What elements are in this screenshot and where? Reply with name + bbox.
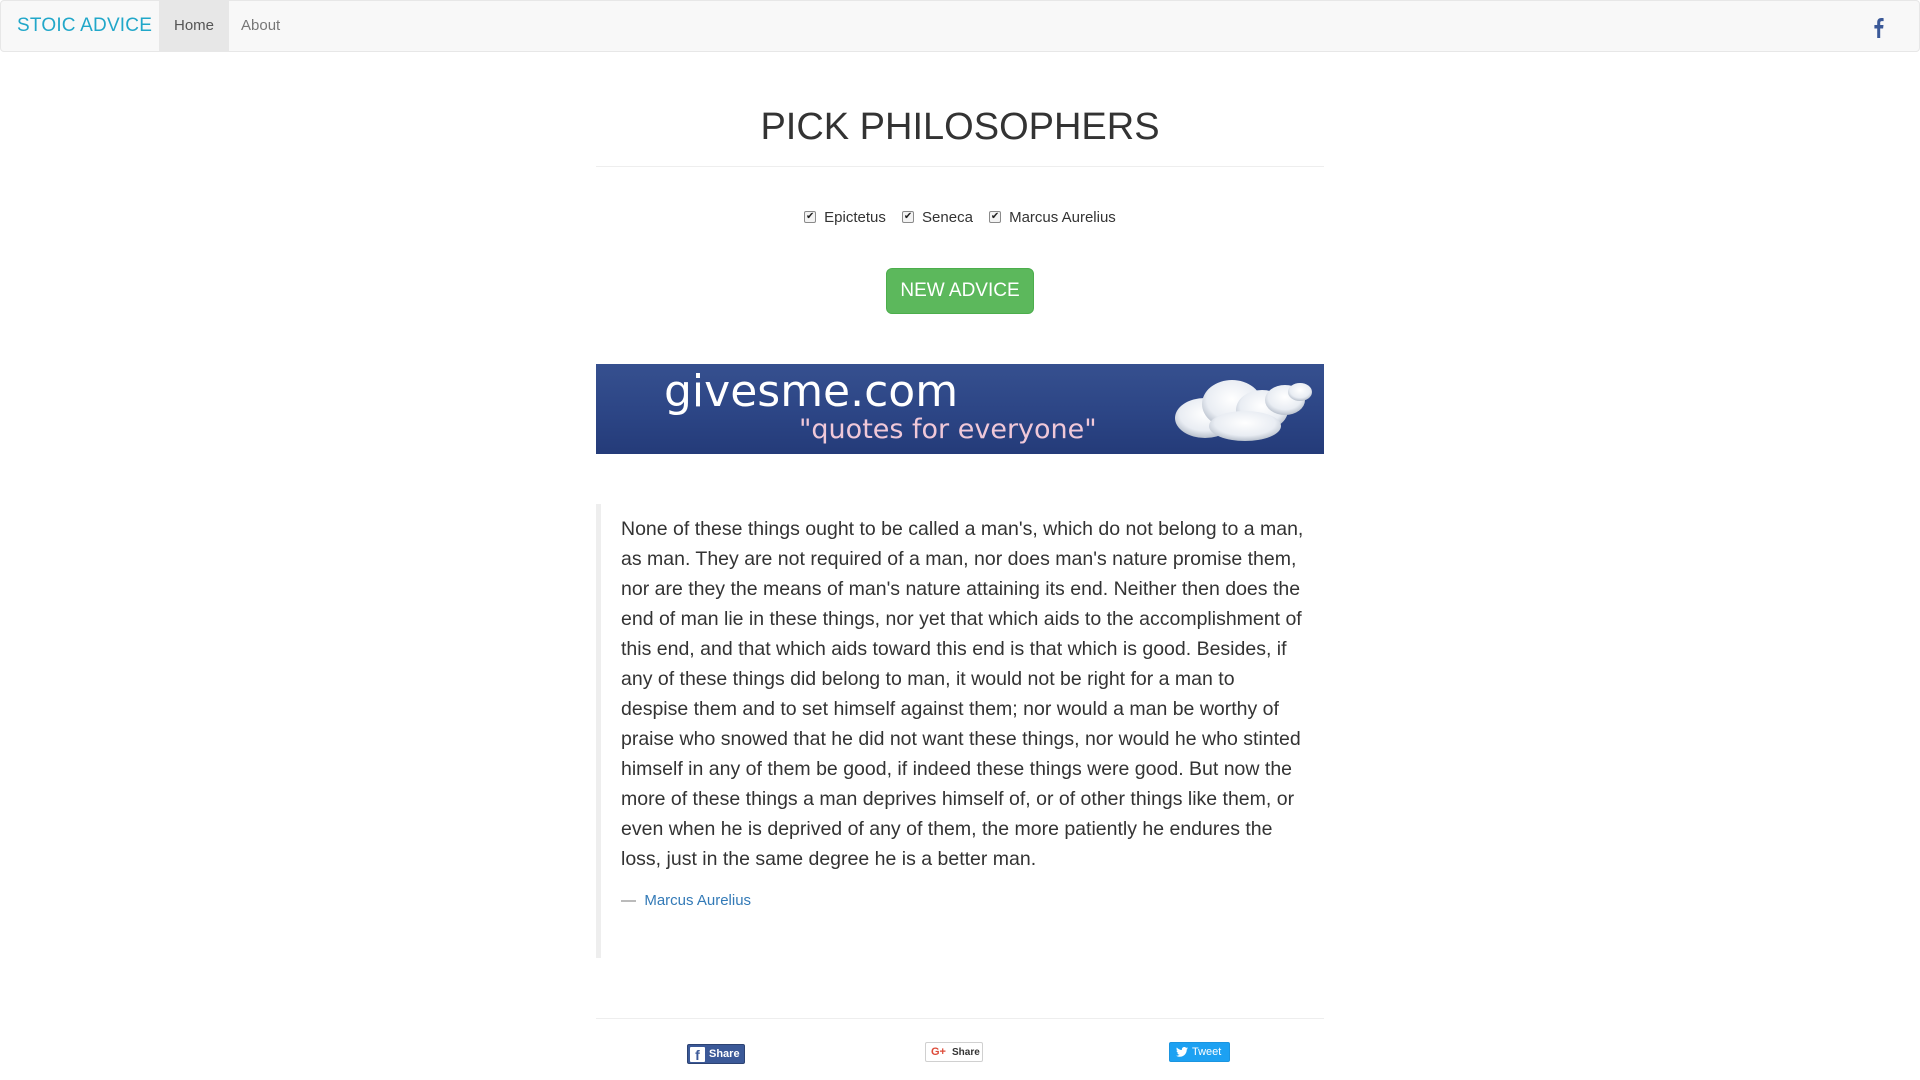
quote-text: None of these things ought to be called … bbox=[621, 518, 1304, 870]
checkbox-checked-icon[interactable]: ✔ bbox=[989, 211, 1002, 223]
banner-tagline: "quotes for everyone" bbox=[799, 414, 1097, 445]
quote-author-link[interactable]: Marcus Aurelius bbox=[644, 892, 751, 909]
quote-blockquote: None of these things ought to be called … bbox=[596, 504, 1324, 958]
cloud-icon bbox=[1175, 380, 1312, 441]
google-plus-share-button[interactable]: G+ Share bbox=[925, 1042, 983, 1062]
tweet-label: Tweet bbox=[1192, 1046, 1222, 1058]
checkbox-label: Marcus Aurelius bbox=[1009, 208, 1116, 226]
new-advice-button[interactable]: NEW ADVICE bbox=[886, 268, 1034, 314]
checkbox-label: Epictetus bbox=[824, 208, 886, 226]
share-bar: f Share G+ Share Tweet bbox=[596, 1018, 1324, 1080]
tweet-button[interactable]: Tweet bbox=[1169, 1042, 1230, 1062]
philosopher-checkboxes: ✔ Epictetus ✔ Seneca ✔ Marcus Aurelius bbox=[596, 206, 1324, 226]
google-share-label: Share bbox=[951, 1046, 980, 1058]
facebook-share-button[interactable]: f Share bbox=[687, 1044, 745, 1064]
brand-link[interactable]: STOIC ADVICE bbox=[17, 1, 152, 51]
nav-home[interactable]: Home bbox=[159, 1, 230, 51]
checkbox-epictetus[interactable]: ✔ Epictetus bbox=[804, 209, 886, 226]
google-plus-icon: G+ bbox=[931, 1046, 946, 1058]
twitter-bird-icon bbox=[1176, 1047, 1188, 1057]
checkbox-marcus-aurelius[interactable]: ✔ Marcus Aurelius bbox=[989, 209, 1116, 226]
page-header: PICK PHILOSOPHERS bbox=[596, 100, 1324, 167]
facebook-icon: f bbox=[690, 1046, 705, 1062]
navbar: STOIC ADVICE Home About bbox=[0, 0, 1920, 52]
checkbox-checked-icon[interactable]: ✔ bbox=[902, 211, 915, 223]
checkbox-checked-icon[interactable]: ✔ bbox=[804, 211, 817, 223]
givesme-banner[interactable]: givesme.com "quotes for everyone" bbox=[596, 364, 1324, 454]
quote-footer: — Marcus Aurelius bbox=[621, 890, 1304, 912]
checkbox-label: Seneca bbox=[922, 208, 973, 226]
quote-dash: — bbox=[621, 892, 636, 909]
facebook-icon[interactable] bbox=[1869, 14, 1889, 40]
checkbox-seneca[interactable]: ✔ Seneca bbox=[902, 209, 973, 226]
page-title: PICK PHILOSOPHERS bbox=[760, 106, 1160, 148]
facebook-share-label: Share bbox=[709, 1048, 740, 1060]
nav-about[interactable]: About bbox=[226, 1, 295, 51]
